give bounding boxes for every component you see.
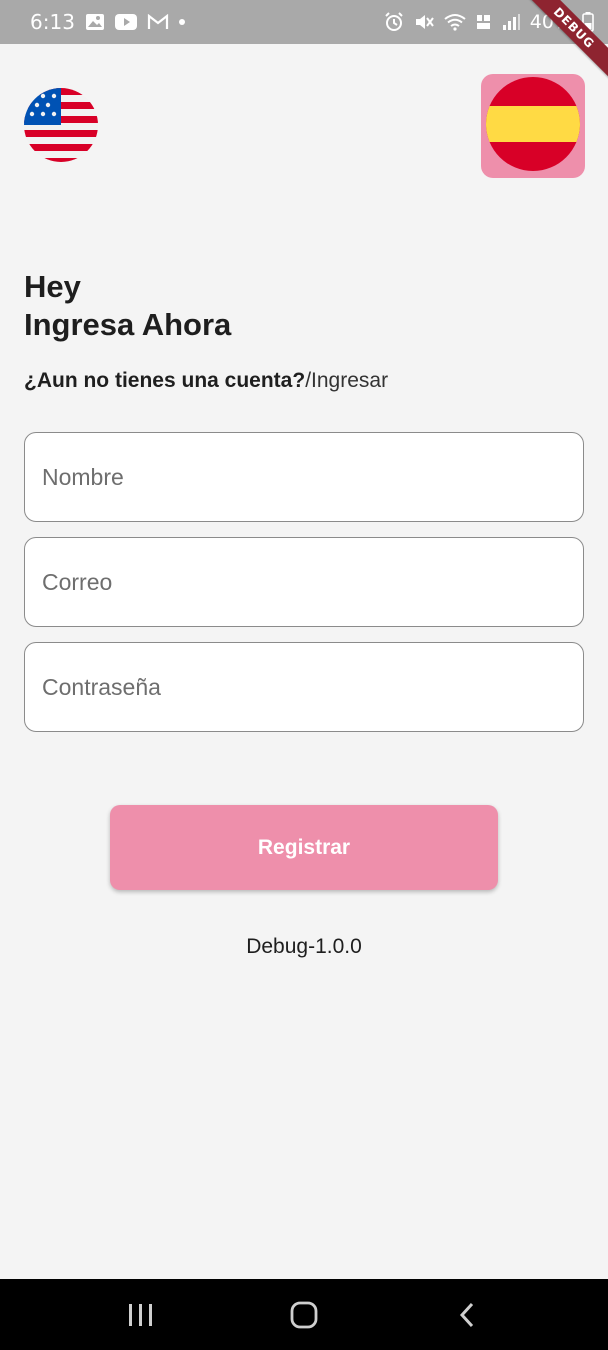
status-bar: 6:13 40% <box>0 0 608 44</box>
account-question: ¿Aun no tienes una cuenta? <box>24 369 306 392</box>
dot-icon <box>178 19 185 25</box>
email-field[interactable] <box>24 537 584 627</box>
signal-icon <box>502 13 520 31</box>
recent-apps-button[interactable] <box>111 1285 171 1345</box>
login-prompt: ¿Aun no tienes una cuenta?/Ingresar <box>24 368 388 394</box>
name-input[interactable] <box>42 463 583 491</box>
system-nav-bar <box>0 1279 608 1350</box>
page-title: Hey Ingresa Ahora <box>24 268 231 344</box>
volte-icon <box>476 13 492 31</box>
title-line-2: Ingresa Ahora <box>24 307 232 342</box>
youtube-icon <box>114 14 137 30</box>
mute-icon <box>414 12 434 32</box>
version-label: Debug-1.0.0 <box>246 935 362 958</box>
us-flag-icon[interactable] <box>24 88 98 162</box>
status-bar-left: 6:13 <box>30 10 185 34</box>
password-field[interactable] <box>24 642 584 732</box>
title-line-1: Hey <box>24 269 81 304</box>
home-button[interactable] <box>274 1285 334 1345</box>
alarm-icon <box>384 12 404 32</box>
register-button[interactable]: Registrar <box>110 805 498 890</box>
password-input[interactable] <box>42 673 583 701</box>
gmail-icon <box>147 14 169 30</box>
gallery-icon <box>85 13 105 31</box>
name-field[interactable] <box>24 432 584 522</box>
recent-apps-icon <box>129 1303 153 1326</box>
wifi-icon <box>444 13 466 31</box>
email-input[interactable] <box>42 568 583 596</box>
spain-language-button[interactable] <box>481 74 585 178</box>
back-button[interactable] <box>437 1285 497 1345</box>
login-link[interactable]: /Ingresar <box>305 369 388 392</box>
spain-flag-icon <box>485 76 581 177</box>
back-icon <box>459 1302 473 1327</box>
home-icon <box>290 1301 318 1328</box>
status-time: 6:13 <box>30 10 75 34</box>
